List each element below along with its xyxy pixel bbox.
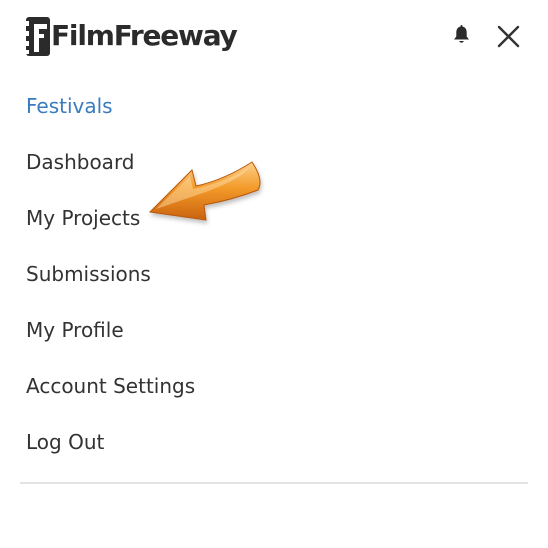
navigation-menu: Festivals Dashboard My Projects Submissi…: [0, 78, 548, 470]
logo-text: FilmFreeway: [51, 19, 238, 52]
menu-item-submissions[interactable]: Submissions: [0, 246, 548, 302]
menu-divider: [20, 482, 528, 484]
menu-item-log-out[interactable]: Log Out: [0, 414, 548, 470]
menu-header: FilmFreeway: [0, 0, 548, 80]
menu-item-dashboard[interactable]: Dashboard: [0, 134, 548, 190]
filmfreeway-logo[interactable]: FilmFreeway: [26, 16, 238, 56]
menu-item-festivals[interactable]: Festivals: [0, 78, 548, 134]
logo-film-icon: [26, 16, 50, 56]
menu-item-account-settings[interactable]: Account Settings: [0, 358, 548, 414]
menu-item-my-profile[interactable]: My Profile: [0, 302, 548, 358]
arrow-pointer-icon: [140, 150, 270, 230]
bell-icon[interactable]: [452, 25, 471, 45]
close-icon[interactable]: [496, 24, 521, 49]
menu-item-my-projects[interactable]: My Projects: [0, 190, 548, 246]
